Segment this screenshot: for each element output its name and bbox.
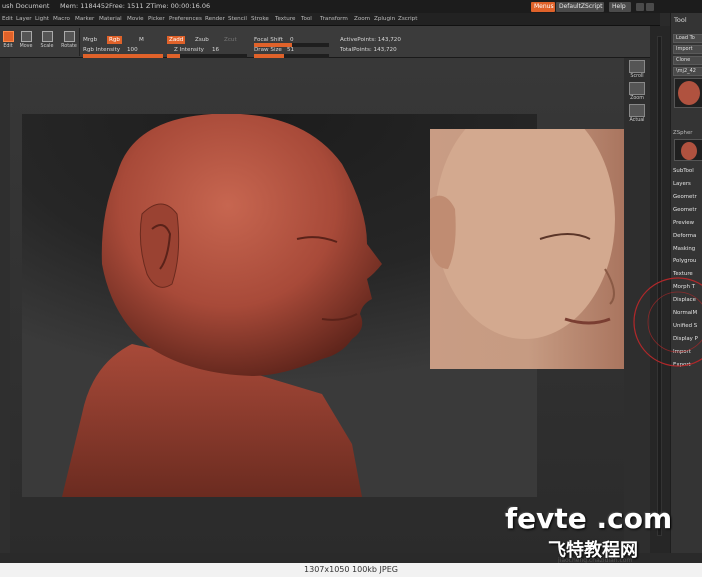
- zadd-button[interactable]: Zadd: [167, 36, 186, 44]
- free-readout: Free: 1511: [109, 2, 144, 10]
- move-tool-button[interactable]: Move: [18, 31, 34, 55]
- mesh-thumbnail[interactable]: [674, 78, 702, 108]
- document-title: ush Document: [2, 2, 50, 10]
- scroll-button[interactable]: Scroll: [627, 60, 647, 82]
- rgb-intensity-value: 100: [127, 47, 138, 53]
- menu-layer[interactable]: Layer: [16, 16, 32, 22]
- menu-marker[interactable]: Marker: [75, 16, 94, 22]
- menu-tool[interactable]: Tool: [301, 16, 312, 22]
- rotate-tool-button[interactable]: Rotate: [61, 31, 77, 55]
- menu-macro[interactable]: Macro: [53, 16, 70, 22]
- help-button[interactable]: Help: [609, 2, 631, 12]
- z-intensity-value: 16: [212, 47, 220, 53]
- menu-preferences[interactable]: Preferences: [169, 16, 202, 22]
- edit-label: Edit: [3, 44, 13, 49]
- scale-label: Scale: [40, 44, 54, 49]
- menu-stencil[interactable]: Stencil: [228, 16, 247, 22]
- scroll-label: Scroll: [630, 74, 644, 79]
- scale-tool-button[interactable]: Scale: [39, 31, 55, 55]
- ztime-readout: ZTime: 00:00:16.06: [146, 2, 211, 10]
- actual-button[interactable]: Actual: [627, 104, 647, 126]
- default-zscript-button[interactable]: DefaultZScript: [556, 2, 604, 12]
- watermark-logo: fevte .com: [505, 502, 673, 535]
- preview-section[interactable]: Preview: [673, 220, 694, 226]
- zoom-icon: [629, 82, 645, 95]
- memory-readout: Mem: 1184452: [60, 2, 110, 10]
- zoom-button[interactable]: Zoom: [627, 82, 647, 104]
- palette-title: Tool: [674, 16, 687, 24]
- zsphere-thumbnail-icon: [681, 142, 697, 160]
- menu-texture[interactable]: Texture: [275, 16, 295, 22]
- masking-section[interactable]: Masking: [673, 246, 695, 252]
- image-info-bar: 1307x1050 100kb JPEG: [0, 563, 702, 577]
- brush-cursor-ring: [633, 277, 702, 367]
- actual-size-icon: [629, 104, 645, 117]
- menu-render[interactable]: Render: [205, 16, 225, 22]
- mrgb-button[interactable]: Mrgb: [83, 37, 97, 43]
- menu-picker[interactable]: Picker: [148, 16, 165, 22]
- menus-button[interactable]: Menus: [531, 2, 555, 12]
- edit-icon: [2, 31, 14, 42]
- deformation-section[interactable]: Deforma: [673, 233, 696, 239]
- edit-tool-button[interactable]: Edit: [0, 31, 16, 55]
- scale-icon: [41, 31, 53, 42]
- clone-button[interactable]: Clone: [673, 56, 702, 65]
- actual-label: Actual: [629, 118, 645, 123]
- menu-stroke[interactable]: Stroke: [251, 16, 269, 22]
- active-points-readout: ActivePoints: 143,720: [340, 37, 401, 43]
- geometry-hd-section[interactable]: Geometr: [673, 207, 697, 213]
- zsphere-label: ZSpher: [673, 130, 693, 136]
- load-tool-button[interactable]: Load To: [673, 34, 702, 43]
- draw-size-value: 51: [287, 47, 295, 53]
- rotate-label: Rotate: [61, 44, 77, 49]
- draw-size-label: Draw Size: [254, 47, 282, 53]
- mesh-name-button[interactable]: \mj2_42: [673, 67, 702, 76]
- import-button[interactable]: Import: [673, 45, 702, 54]
- toolbar-divider: [79, 28, 80, 56]
- head-thumbnail-icon: [678, 81, 700, 105]
- rgb-intensity-label: Rgb Intensity: [83, 47, 121, 53]
- menu-edit[interactable]: Edit: [2, 16, 13, 22]
- title-bar: ush Document Mem: 1184452 Free: 1511 ZTi…: [0, 0, 702, 13]
- menu-light[interactable]: Light: [35, 16, 49, 22]
- menu-zplugin[interactable]: Zplugin: [374, 16, 395, 22]
- menu-transform[interactable]: Transform: [320, 16, 348, 22]
- zoom-label: Zoom: [630, 96, 644, 101]
- zsphere-thumbnail[interactable]: [674, 139, 702, 161]
- menu-zoom[interactable]: Zoom: [354, 16, 370, 22]
- scroll-icon: [629, 60, 645, 73]
- total-points-readout: TotalPoints: 143,720: [340, 47, 397, 53]
- top-toolbar: Edit Move Scale Rotate Mrgb Rgb M Rgb In…: [0, 26, 660, 58]
- layers-section[interactable]: Layers: [673, 181, 691, 187]
- image-info-text: 1307x1050 100kb JPEG: [304, 565, 398, 574]
- z-intensity-label: Z Intensity: [174, 47, 204, 53]
- zcut-button[interactable]: Zcut: [224, 37, 237, 43]
- menu-movie[interactable]: Movie: [127, 16, 144, 22]
- subtool-section[interactable]: SubTool: [673, 168, 694, 174]
- minimize-icon[interactable]: [636, 3, 644, 11]
- move-icon: [20, 31, 32, 42]
- zsub-button[interactable]: Zsub: [195, 37, 209, 43]
- m-button[interactable]: M: [139, 37, 144, 43]
- menu-material[interactable]: Material: [99, 16, 122, 22]
- left-shelf: [0, 58, 10, 553]
- polygroups-section[interactable]: Polygrou: [673, 258, 696, 264]
- menu-bar: Edit Layer Light Macro Marker Material M…: [0, 13, 660, 26]
- move-label: Move: [19, 44, 33, 49]
- maximize-icon[interactable]: [646, 3, 654, 11]
- rotate-icon: [63, 31, 75, 42]
- menu-zscript[interactable]: Zscript: [398, 16, 417, 22]
- geometry-section[interactable]: Geometr: [673, 194, 697, 200]
- rgb-button[interactable]: Rgb: [107, 36, 122, 44]
